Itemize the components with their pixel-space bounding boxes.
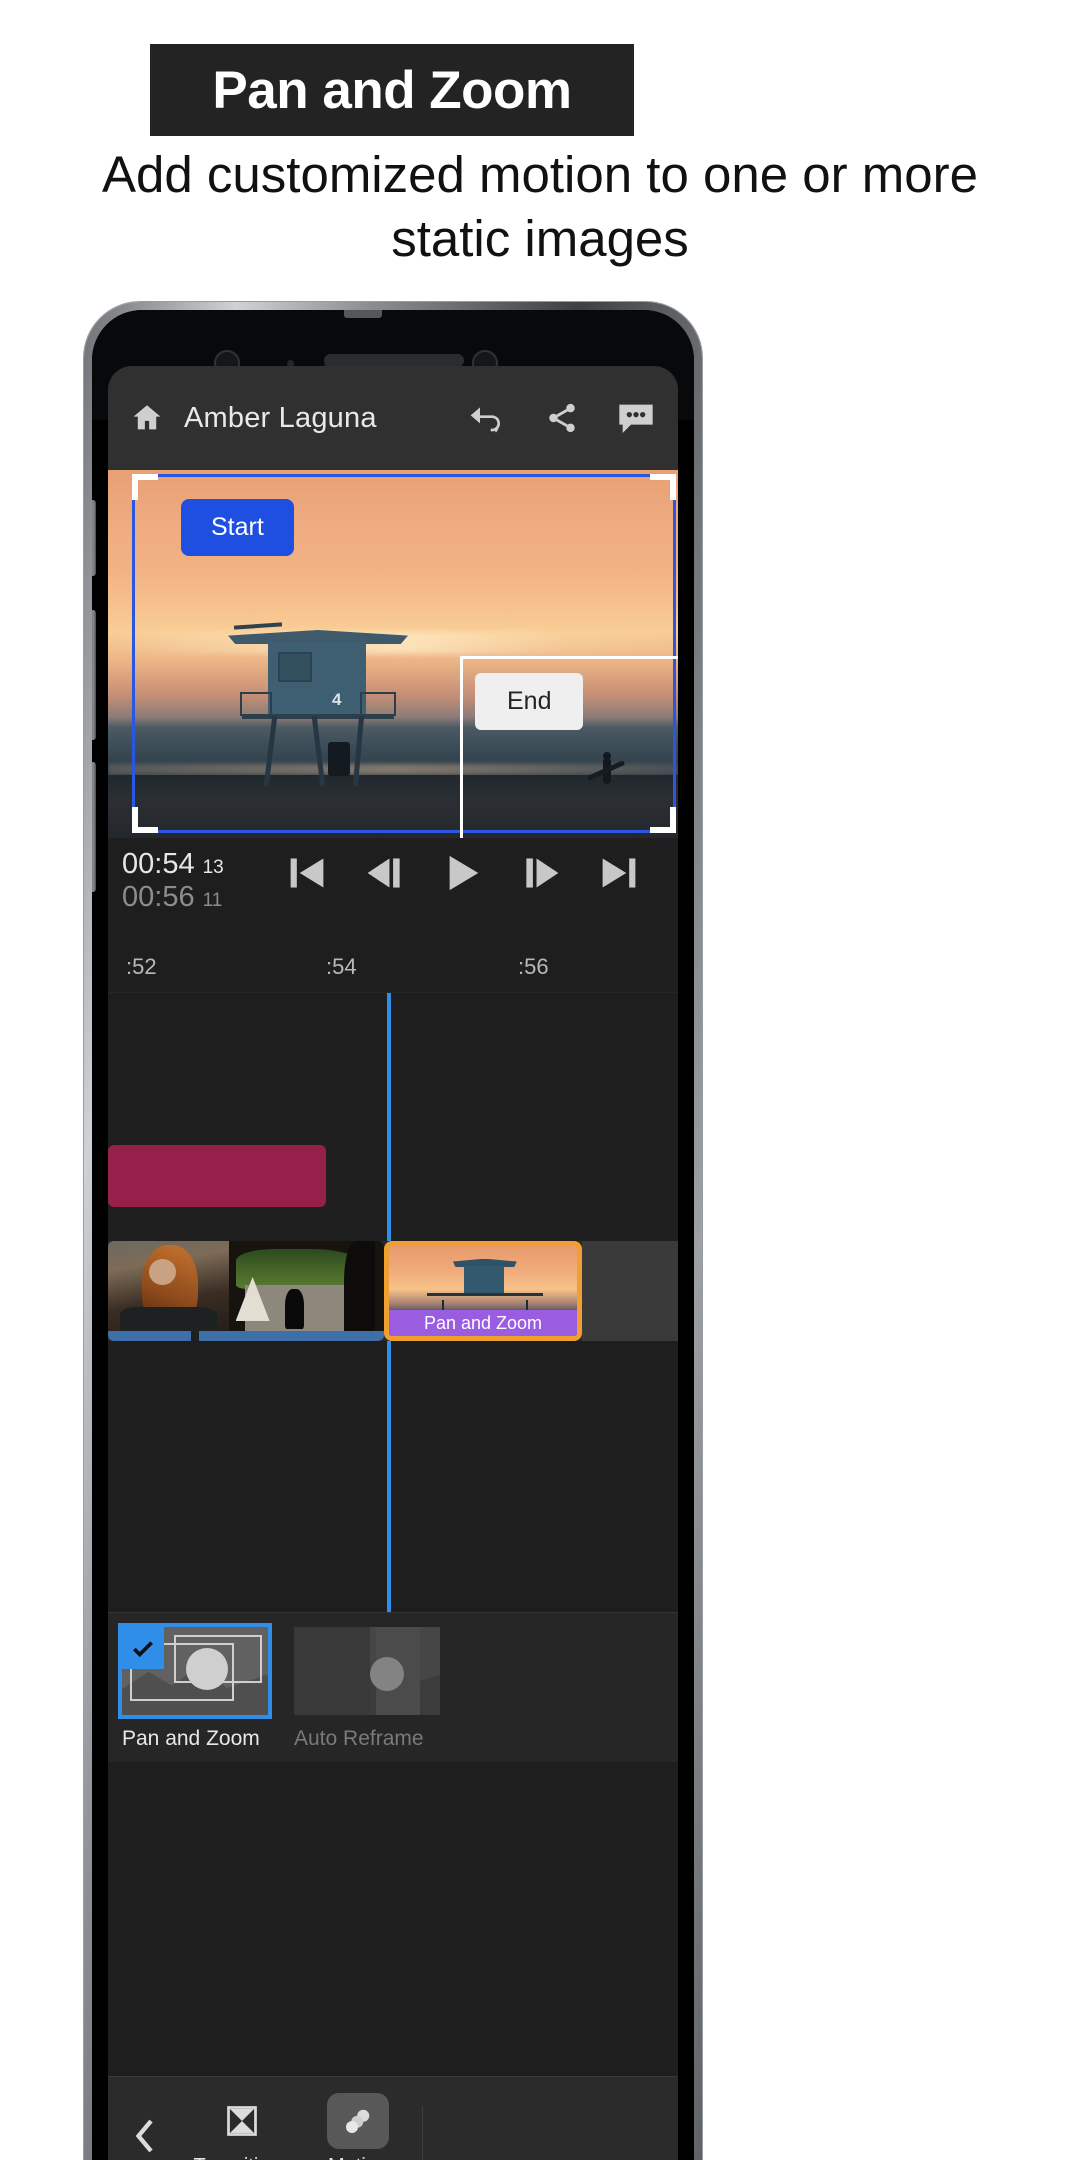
effect-option-pan-and-zoom[interactable]: Pan and Zoom — [118, 1623, 272, 1751]
timeline[interactable]: Pan and Zoom — [108, 992, 678, 1612]
video-clip-selected[interactable]: Pan and Zoom — [384, 1241, 582, 1341]
phone-mockup: Amber Laguna 4 Start End 00:54 13 00:56 … — [84, 302, 702, 2160]
undo-icon[interactable] — [468, 401, 508, 435]
home-icon[interactable] — [130, 401, 164, 435]
current-time: 00:54 — [122, 848, 195, 880]
phone-volume-up[interactable] — [92, 610, 96, 740]
video-clip-unselected[interactable] — [108, 1241, 384, 1341]
video-track-empty — [582, 1241, 678, 1341]
current-frames: 13 — [202, 857, 224, 878]
skip-to-end-icon[interactable] — [597, 853, 641, 893]
motion-icon — [327, 2093, 389, 2149]
pan-zoom-end-frame[interactable]: End — [460, 656, 678, 838]
effect-option-label: Pan and Zoom — [122, 1727, 260, 1750]
playback-controls — [268, 852, 658, 894]
play-icon[interactable] — [440, 852, 486, 894]
effect-option-label: Auto Reframe — [294, 1727, 424, 1750]
transport-bar: 00:54 13 00:56 11 — [108, 838, 678, 950]
pan-zoom-thumbnail — [118, 1623, 272, 1719]
nav-item-label: Transitions — [193, 2155, 290, 2160]
promo-screenshot: Pan and Zoom Add customized motion to on… — [0, 0, 1080, 2160]
step-back-icon[interactable] — [362, 853, 406, 893]
skip-to-start-icon[interactable] — [285, 853, 329, 893]
crop-handle-bottom-left[interactable] — [132, 807, 158, 833]
start-badge[interactable]: Start — [181, 499, 294, 556]
nav-item-motion[interactable]: Motion — [300, 2093, 416, 2160]
back-button[interactable] — [108, 2116, 184, 2156]
header-actions — [468, 401, 656, 435]
timeline-ruler[interactable]: :52 :54 :56 — [108, 950, 678, 992]
phone-antenna-tab — [344, 310, 382, 318]
total-time: 00:56 — [122, 881, 195, 913]
ruler-tick: :52 — [126, 954, 157, 979]
bottom-toolbar: Transitions Motion — [108, 2076, 678, 2160]
ruler-tick: :56 — [518, 954, 549, 979]
auto-reframe-thumbnail — [294, 1627, 440, 1715]
transitions-icon — [211, 2093, 273, 2149]
app-header: Amber Laguna — [108, 366, 678, 470]
toolbar-divider — [422, 2105, 423, 2160]
project-title: Amber Laguna — [184, 401, 377, 434]
phone-volume-down[interactable] — [92, 762, 96, 892]
phone-button-top[interactable] — [92, 500, 96, 576]
phone-screen: Amber Laguna 4 Start End 00:54 13 00:56 … — [92, 310, 694, 2160]
effects-chooser: Pan and Zoom Auto Reframe — [108, 1612, 678, 1762]
app-window: Amber Laguna 4 Start End 00:54 13 00:56 … — [108, 366, 678, 2160]
nav-item-transitions[interactable]: Transitions — [184, 2093, 300, 2160]
ruler-tick: :54 — [326, 954, 357, 979]
current-timecode: 00:54 13 — [122, 848, 224, 881]
timecode-group: 00:54 13 00:56 11 — [122, 848, 224, 914]
total-timecode: 00:56 11 — [122, 881, 224, 914]
crop-handle-top-left[interactable] — [132, 474, 158, 500]
end-badge[interactable]: End — [475, 673, 584, 730]
video-preview[interactable]: 4 Start End — [108, 470, 678, 838]
crop-handle-top-right[interactable] — [650, 474, 676, 500]
audio-clip[interactable] — [108, 1145, 326, 1207]
effect-option-auto-reframe[interactable]: Auto Reframe — [294, 1627, 440, 1751]
checkbox-checked-icon[interactable] — [122, 1627, 164, 1669]
step-forward-icon[interactable] — [520, 853, 564, 893]
effect-badge[interactable]: Pan and Zoom — [389, 1310, 577, 1336]
share-icon[interactable] — [544, 401, 580, 435]
comment-icon[interactable] — [616, 401, 656, 435]
audio-waveform-strip — [108, 1331, 384, 1341]
promo-banner: Pan and Zoom — [150, 44, 634, 136]
nav-item-label: Motion — [328, 2155, 388, 2160]
total-frames: 11 — [202, 890, 223, 911]
promo-subtitle: Add customized motion to one or more sta… — [102, 146, 978, 267]
promo-banner-title: Pan and Zoom — [212, 60, 572, 120]
